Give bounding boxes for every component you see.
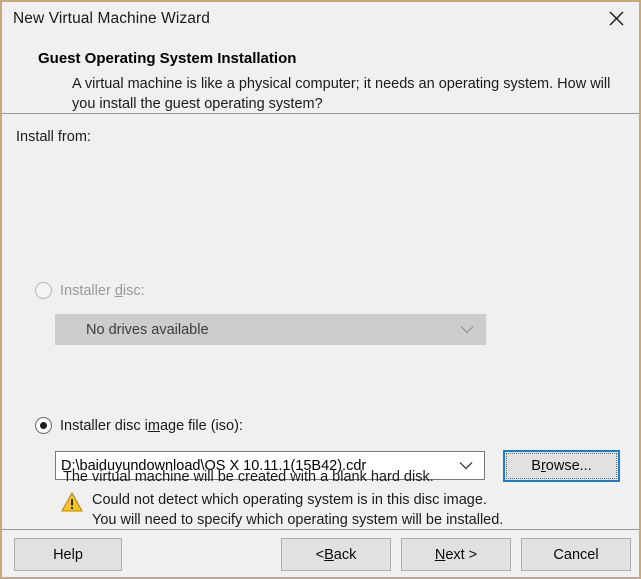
drive-select: No drives available	[55, 314, 486, 345]
page-title: Guest Operating System Installation	[38, 50, 297, 67]
warning-line-2: You will need to specify which operating…	[92, 512, 504, 528]
warning-message: Could not detect which operating system …	[92, 490, 503, 530]
next-button[interactable]: Next >	[401, 538, 511, 571]
radio-label-installer-disc: Installer disc:	[60, 282, 145, 299]
install-later-description: The virtual machine will be created with…	[63, 469, 434, 485]
radio-installer-disc[interactable]: Installer disc:	[35, 282, 145, 299]
chevron-down-icon	[460, 321, 474, 339]
wizard-footer: Help < Back Next > Cancel @51CTO博客	[2, 530, 639, 577]
radio-indicator-installer-iso[interactable]	[35, 417, 52, 434]
cancel-button[interactable]: Cancel	[521, 538, 631, 571]
wizard-header: Guest Operating System Installation A vi…	[2, 36, 639, 113]
window-title: New Virtual Machine Wizard	[13, 10, 210, 27]
new-virtual-machine-wizard-window: New Virtual Machine Wizard Guest Operati…	[0, 0, 641, 579]
radio-installer-iso[interactable]: Installer disc image file (iso):	[35, 417, 243, 434]
browse-button[interactable]: Br owse...	[503, 450, 620, 482]
radio-indicator-installer-disc[interactable]	[35, 282, 52, 299]
title-bar: New Virtual Machine Wizard	[2, 2, 639, 36]
close-button[interactable]	[593, 2, 639, 34]
browse-button-label: Br owse...	[506, 453, 617, 479]
radio-label-installer-iso: Installer disc image file (iso):	[60, 417, 243, 434]
install-from-label: Install from:	[16, 129, 91, 145]
close-icon	[608, 10, 625, 27]
page-description: A virtual machine is like a physical com…	[72, 76, 611, 112]
help-button[interactable]: Help	[14, 538, 122, 571]
chevron-down-icon[interactable]	[459, 457, 473, 475]
wizard-body: Install from: Installer disc: No drives …	[2, 114, 639, 561]
warning-triangle-icon	[61, 492, 83, 512]
warning-line-1: Could not detect which operating system …	[92, 492, 487, 508]
back-button[interactable]: < Back	[281, 538, 391, 571]
drive-select-value: No drives available	[86, 321, 209, 338]
